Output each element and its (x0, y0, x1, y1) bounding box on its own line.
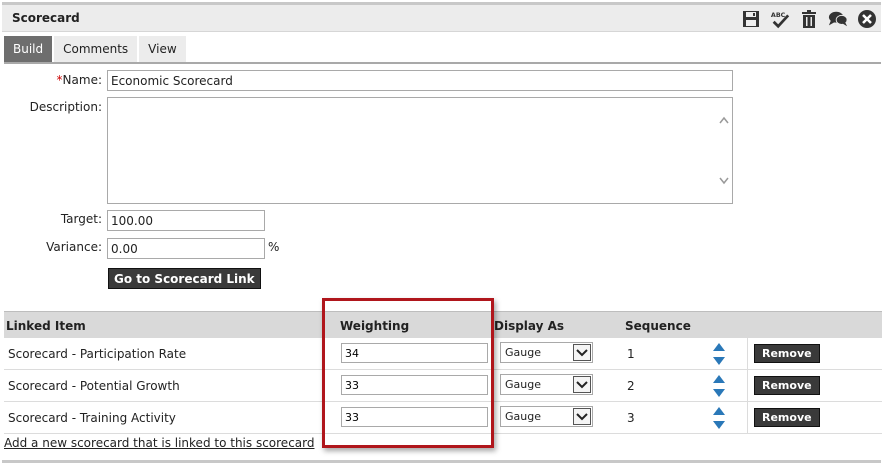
tab-view[interactable]: View (139, 36, 186, 62)
variance-unit: % (268, 240, 280, 254)
chevron-down-icon (573, 408, 591, 425)
name-label: *Name: (56, 73, 102, 87)
reorder-arrows-icon[interactable] (712, 341, 726, 367)
description-textarea[interactable] (107, 97, 733, 204)
tab-bar: Build Comments View (4, 36, 186, 62)
chevron-down-icon (573, 376, 591, 393)
display-as-select[interactable]: Gauge (500, 406, 593, 427)
variance-label: Variance: (46, 240, 102, 254)
description-label: Description: (29, 100, 102, 114)
chevron-down-icon (573, 344, 591, 361)
display-as-select[interactable]: Gauge (500, 374, 593, 395)
remove-button[interactable]: Remove (754, 408, 820, 427)
sequence-value: 2 (627, 379, 635, 393)
linked-item-name: Scorecard - Training Activity (8, 411, 176, 425)
column-divider (747, 338, 748, 370)
save-icon[interactable] (741, 9, 761, 29)
trash-icon[interactable] (799, 9, 819, 29)
display-as-value: Gauge (505, 410, 541, 423)
spellcheck-icon[interactable]: ABC (770, 9, 790, 29)
sequence-value: 3 (627, 411, 635, 425)
linked-item-name: Scorecard - Potential Growth (8, 379, 180, 393)
toolbar: ABC (741, 8, 877, 30)
name-input[interactable] (107, 70, 733, 91)
target-label: Target: (60, 212, 102, 226)
reorder-arrows-icon[interactable] (712, 373, 726, 399)
comments-icon[interactable] (828, 9, 848, 29)
col-display-as[interactable]: Display As (494, 319, 564, 333)
display-as-value: Gauge (505, 346, 541, 359)
bottom-border (2, 460, 881, 463)
column-divider (747, 402, 748, 434)
go-to-scorecard-link-button[interactable]: Go to Scorecard Link (108, 268, 261, 289)
svg-text:ABC: ABC (771, 12, 786, 19)
tab-build[interactable]: Build (4, 36, 53, 62)
target-input[interactable] (107, 210, 265, 231)
description-scrollbar[interactable] (716, 98, 732, 203)
weighting-highlight-box (322, 298, 494, 448)
add-linked-scorecard-link[interactable]: Add a new scorecard that is linked to th… (4, 436, 314, 450)
variance-input[interactable] (107, 238, 265, 259)
sequence-value: 1 (627, 347, 635, 361)
linked-item-name: Scorecard - Participation Rate (8, 347, 187, 361)
tab-divider (4, 62, 881, 64)
remove-button[interactable]: Remove (754, 376, 820, 395)
tab-comments[interactable]: Comments (54, 36, 138, 62)
panel-header: Scorecard ABC (2, 5, 881, 32)
display-as-value: Gauge (505, 378, 541, 391)
panel-title: Scorecard (12, 11, 80, 25)
remove-button[interactable]: Remove (754, 344, 820, 363)
column-divider (747, 370, 748, 402)
close-icon[interactable] (857, 9, 877, 29)
col-sequence[interactable]: Sequence (625, 319, 691, 333)
col-linked-item[interactable]: Linked Item (6, 319, 86, 333)
display-as-select[interactable]: Gauge (500, 342, 593, 363)
reorder-arrows-icon[interactable] (712, 405, 726, 431)
